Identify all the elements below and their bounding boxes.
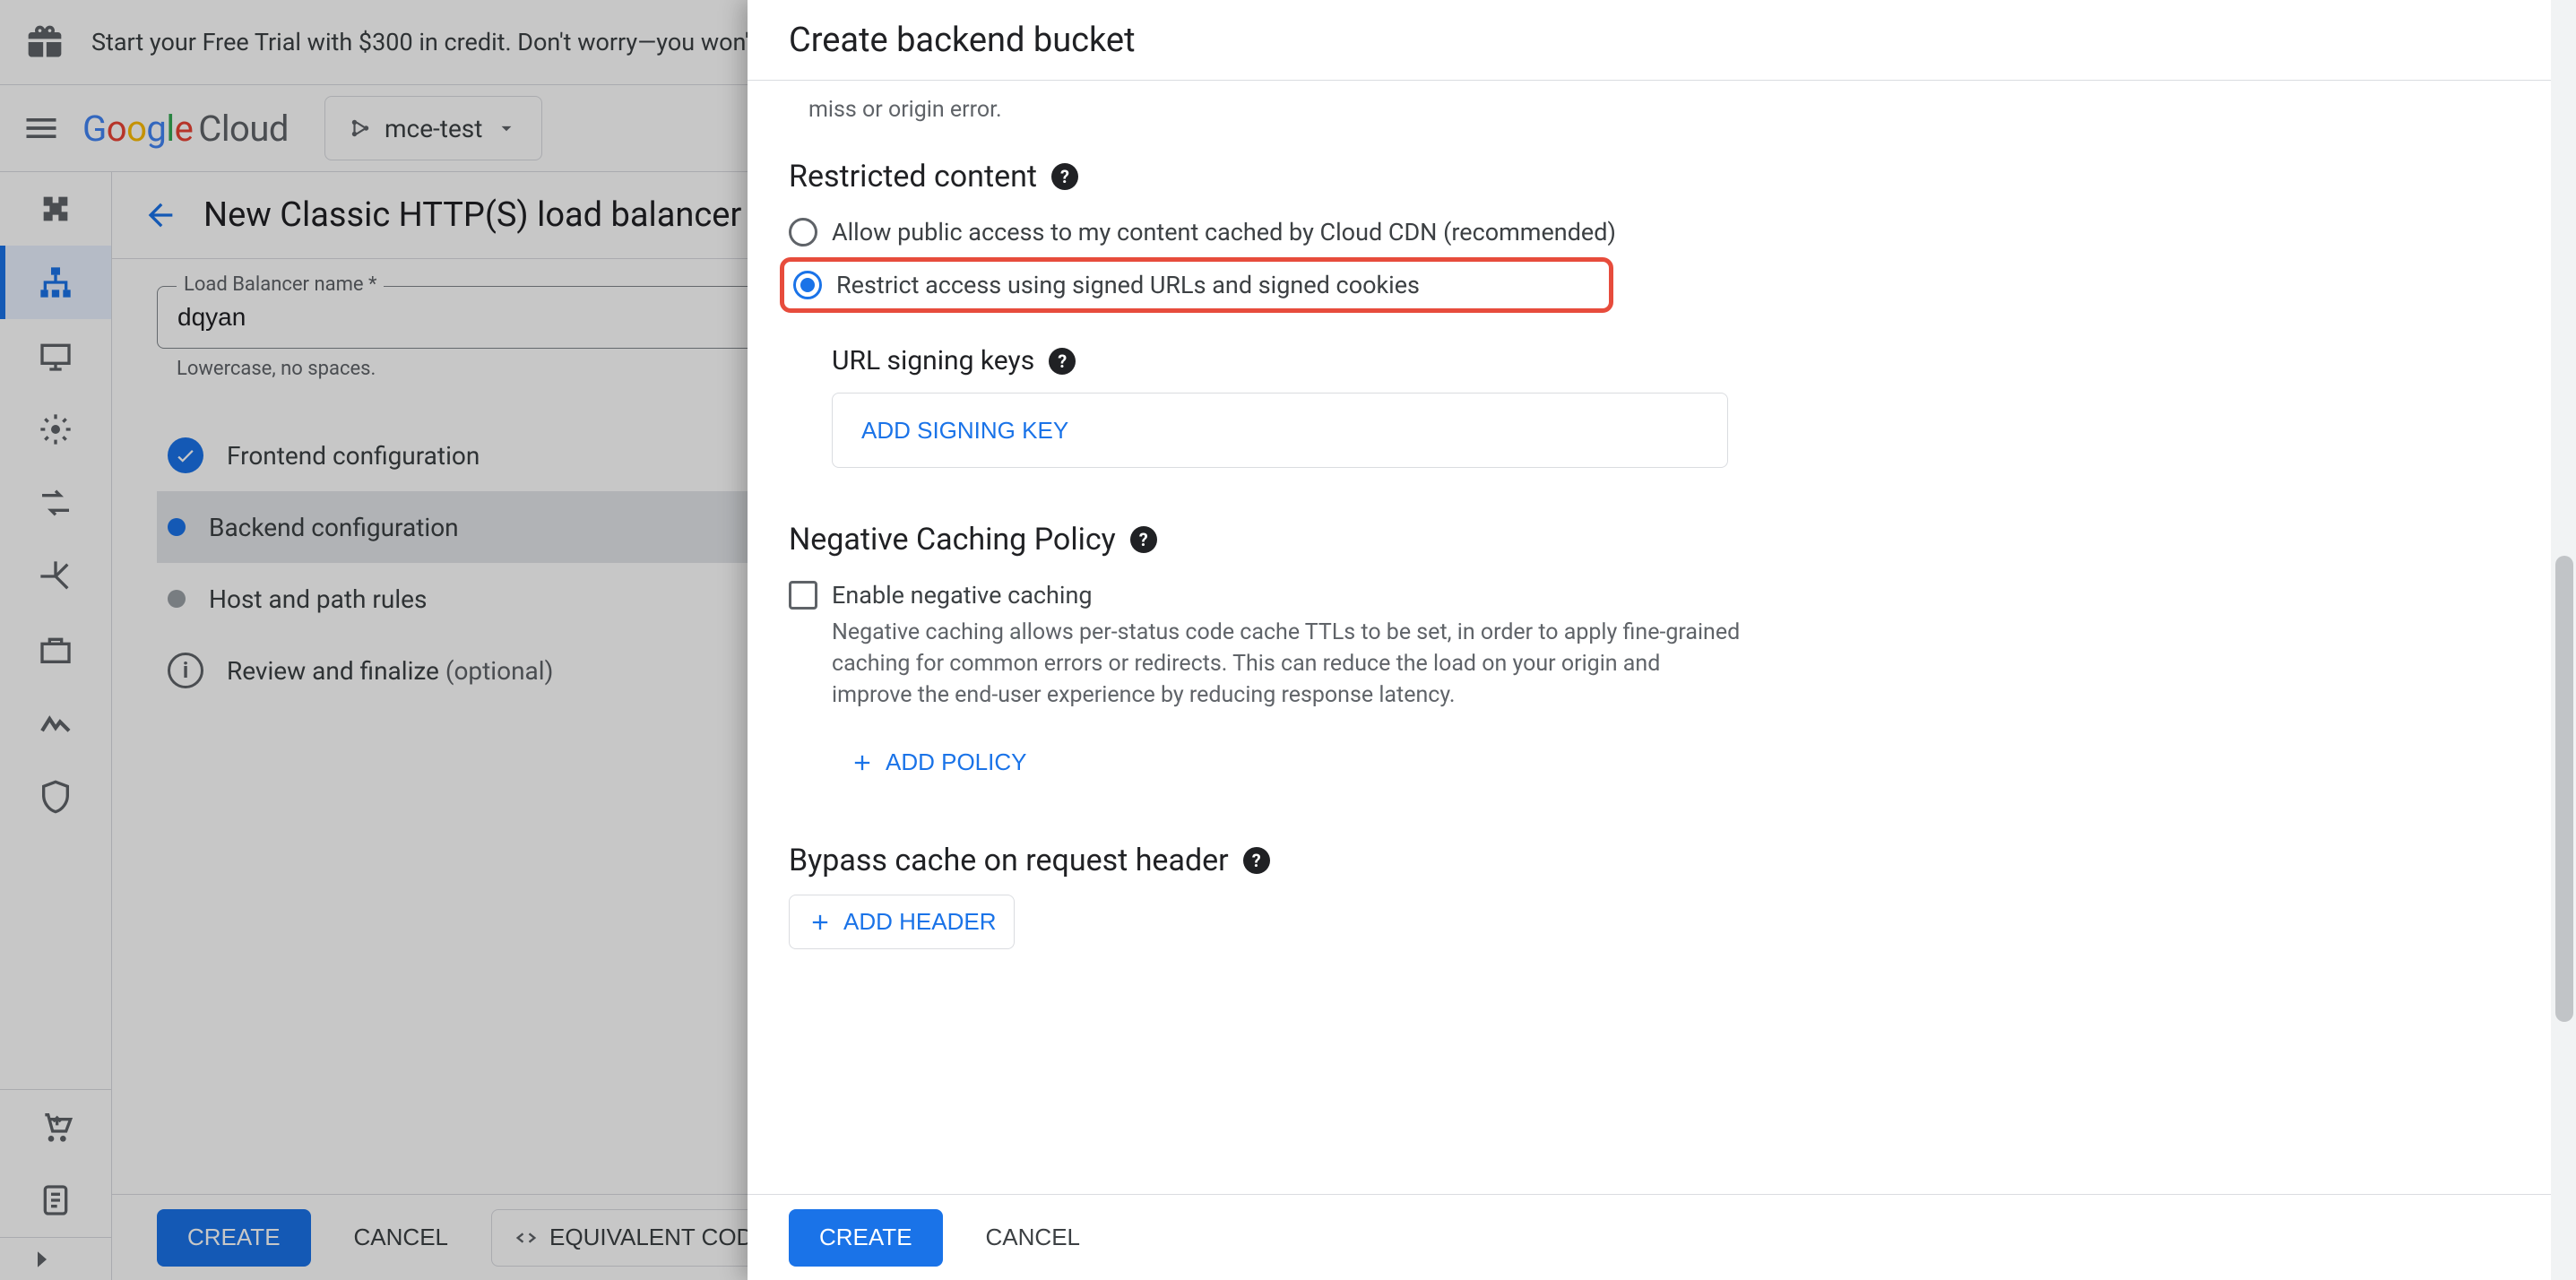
bypass-cache-heading: Bypass cache on request header ? (789, 843, 2535, 878)
radio-restrict-signed[interactable]: Restrict access using signed URLs and si… (793, 267, 1600, 303)
negative-caching-desc: Negative caching allows per-status code … (832, 617, 1746, 711)
dot-icon (168, 590, 186, 608)
panel-scrollbar-track[interactable] (2551, 0, 2576, 1280)
help-icon[interactable]: ? (1130, 526, 1157, 553)
step-backend-label: Backend configuration (209, 513, 459, 542)
radio-restrict-signed-label: Restrict access using signed URLs and si… (836, 271, 1420, 299)
chevron-right-icon (29, 1246, 56, 1273)
dot-icon (168, 518, 186, 536)
lb-name-label: Load Balancer name * (177, 273, 384, 296)
step-review-label: Review and finalize (227, 656, 439, 686)
panel-action-bar: CREATE CANCEL (748, 1194, 2576, 1280)
rail-vm[interactable] (0, 319, 111, 393)
signing-key-box: ADD SIGNING KEY (832, 393, 1728, 468)
rail-load-balancing[interactable] (0, 246, 111, 319)
radio-icon (793, 271, 822, 299)
project-name: mce-test (385, 114, 482, 143)
project-picker[interactable]: mce-test (324, 96, 542, 160)
rail-armor[interactable] (0, 540, 111, 613)
project-icon (349, 117, 372, 140)
enable-negative-caching-checkbox[interactable]: Enable negative caching (789, 574, 2535, 617)
add-header-label: ADD HEADER (843, 908, 996, 936)
add-policy-button[interactable]: ADD POLICY (832, 736, 1045, 789)
equivalent-code-button[interactable]: EQUIVALENT CODE (491, 1209, 791, 1267)
panel-title: Create backend bucket (748, 0, 2576, 81)
rail-expand[interactable] (0, 1237, 111, 1280)
rail-release-notes[interactable] (0, 1163, 111, 1237)
serve-stale-fragment: miss or origin error. (808, 97, 2535, 123)
step-frontend-label: Frontend configuration (227, 441, 480, 471)
lb-name-field-wrap: Load Balancer name * (157, 286, 784, 349)
trial-text: Start your Free Trial with $300 in credi… (91, 28, 808, 56)
plus-icon (850, 750, 875, 775)
menu-icon[interactable] (22, 108, 61, 148)
radio-allow-public-label: Allow public access to my content cached… (832, 218, 1616, 246)
url-signing-keys-heading: URL signing keys ? (832, 345, 2535, 376)
panel-create-button[interactable]: CREATE (789, 1209, 943, 1267)
rail-nat[interactable] (0, 466, 111, 540)
rail-monitoring[interactable] (0, 687, 111, 760)
help-icon[interactable]: ? (1243, 847, 1270, 874)
radio-allow-public[interactable]: Allow public access to my content cached… (789, 211, 2535, 254)
rail-security[interactable] (0, 760, 111, 834)
rail-cdn[interactable] (0, 393, 111, 466)
panel-cancel-button[interactable]: CANCEL (968, 1209, 1098, 1267)
add-header-button[interactable]: ADD HEADER (789, 895, 1015, 949)
add-policy-label: ADD POLICY (886, 748, 1027, 776)
restricted-content-heading: Restricted content ? (789, 159, 2535, 195)
create-backend-bucket-panel: Create backend bucket miss or origin err… (748, 0, 2576, 1280)
rail-marketplace[interactable] (0, 1090, 111, 1163)
chevron-down-icon (495, 117, 518, 140)
enable-negative-caching-label: Enable negative caching (832, 581, 1093, 610)
plus-icon (808, 910, 833, 935)
page-cancel-button[interactable]: CANCEL (336, 1209, 466, 1267)
negative-caching-heading: Negative Caching Policy ? (789, 522, 2535, 558)
radio-icon (789, 218, 817, 246)
rail-network-services[interactable] (0, 172, 111, 246)
panel-body: miss or origin error. Restricted content… (748, 81, 2576, 1194)
equivalent-code-label: EQUIVALENT CODE (549, 1224, 769, 1251)
gift-icon (25, 22, 65, 62)
step-review-suffix: (optional) (445, 656, 553, 686)
panel-scrollbar-thumb[interactable] (2555, 556, 2573, 1022)
code-icon (514, 1225, 539, 1250)
google-cloud-logo[interactable]: Google Cloud (82, 108, 289, 148)
step-hostpath-label: Host and path rules (209, 584, 427, 614)
add-signing-key-button[interactable]: ADD SIGNING KEY (861, 417, 1068, 445)
page-create-button[interactable]: CREATE (157, 1209, 311, 1267)
page-title: New Classic HTTP(S) load balancer (203, 195, 741, 235)
check-icon (168, 437, 203, 473)
help-icon[interactable]: ? (1049, 348, 1076, 375)
help-icon[interactable]: ? (1051, 163, 1078, 190)
checkbox-icon (789, 581, 817, 610)
back-arrow-icon[interactable] (143, 197, 178, 233)
highlighted-selection: Restrict access using signed URLs and si… (780, 257, 1613, 313)
info-icon: i (168, 653, 203, 688)
rail-toolbox[interactable] (0, 613, 111, 687)
left-nav-rail (0, 172, 112, 1280)
